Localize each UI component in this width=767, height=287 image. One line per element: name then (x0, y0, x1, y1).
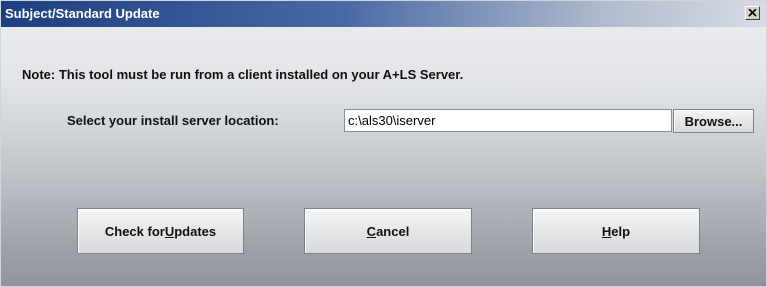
title-bar[interactable]: Subject/Standard Update (1, 1, 766, 27)
cancel-button[interactable]: Cancel (304, 208, 472, 254)
cancel-label-suffix: ancel (376, 223, 410, 239)
check-label-prefix: Check for (104, 223, 165, 239)
window-title: Subject/Standard Update (5, 6, 160, 21)
server-location-label: Select your install server location: (67, 113, 279, 128)
cancel-label-mnemonic: C (366, 223, 377, 239)
help-label-mnemonic: H (601, 223, 612, 239)
check-label-mnemonic: U (164, 223, 175, 239)
dialog-body: Note: This tool must be run from a clien… (1, 27, 766, 286)
close-button[interactable] (745, 6, 760, 20)
help-label-suffix: elp (611, 223, 631, 239)
check-label-suffix: pdates (174, 223, 217, 239)
browse-button[interactable]: Browse... (673, 109, 754, 133)
dialog-window: Subject/Standard Update Note: This tool … (0, 0, 767, 287)
check-for-updates-button[interactable]: Check for Updates (77, 208, 244, 254)
note-text: Note: This tool must be run from a clien… (22, 67, 464, 82)
server-location-input[interactable] (344, 109, 672, 132)
close-icon (748, 9, 757, 17)
help-button[interactable]: Help (532, 208, 700, 254)
